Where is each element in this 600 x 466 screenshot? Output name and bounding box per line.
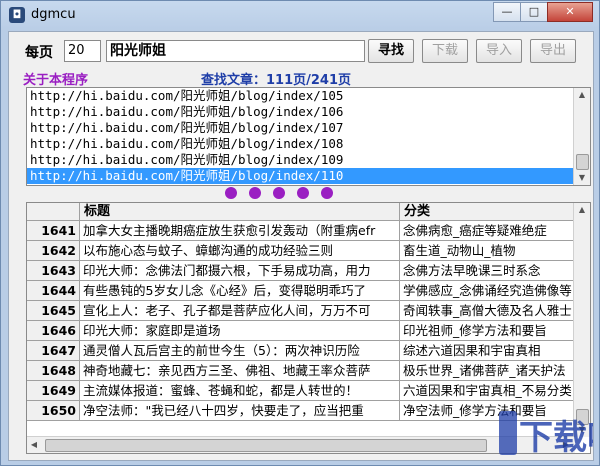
category-cell[interactable]: 奇闻轶事_高僧大德及名人雅士 [400,301,590,321]
progress-dot [225,187,237,199]
minimize-icon[interactable]: — [493,2,521,22]
row-index-cell: 1647 [27,341,80,361]
table-header-title[interactable]: 标题 [80,203,400,221]
row-index-cell: 1645 [27,301,80,321]
download-button[interactable]: 下载 [422,39,468,63]
title-cell[interactable]: 以布施心态与蚊子、蟑螂沟通的成功经验三则 [80,241,400,261]
scroll-up-icon[interactable]: ▲ [574,203,590,217]
url-list-item[interactable]: http://hi.baidu.com/阳光师姐/blog/index/108 [27,136,590,152]
row-index-cell: 1644 [27,281,80,301]
url-list-scrollbar[interactable]: ▲ ▼ [573,88,590,185]
table-row[interactable]: 1644 有些愚钝的5岁女儿念《心经》后，变得聪明乖巧了 学佛感应_念佛诵经究造佛像… [27,281,590,301]
url-list-item[interactable]: http://hi.baidu.com/阳光师姐/blog/index/110 [27,168,590,184]
maximize-icon[interactable]: □ [520,2,548,22]
site-watermark-logo: 下载吧 [499,411,593,458]
main-panel: 每页 20 阳光师姐 寻找 下载 导入 导出 关于本程序 查找文章：111页/2… [8,31,594,461]
title-cell[interactable]: 宣化上人：老子、孔子都是菩萨应化人间，万万不可 [80,301,400,321]
search-input[interactable]: 阳光师姐 [106,40,365,62]
find-button[interactable]: 寻找 [368,39,414,63]
title-cell[interactable]: 神奇地藏七：亲见西方三圣、佛祖、地藏王率众菩萨 [80,361,400,381]
table-vertical-scrollbar[interactable]: ▲ ▼ [573,203,590,437]
category-cell[interactable]: 念佛病愈_癌症等疑难绝症 [400,221,590,241]
title-cell[interactable]: 有些愚钝的5岁女儿念《心经》后，变得聪明乖巧了 [80,281,400,301]
title-cell[interactable]: 印光大师：家庭即是道场 [80,321,400,341]
url-list: http://hi.baidu.com/阳光师姐/blog/index/105 h… [27,88,590,184]
row-index-cell: 1650 [27,401,80,421]
window-title: dgmcu [31,7,76,22]
title-cell[interactable]: 主流媒体报道：蜜蜂、苍蝇和蛇，都是人转世的！ [80,381,400,401]
table-header-index [27,203,80,221]
row-index-cell: 1643 [27,261,80,281]
status-text: 查找文章：111页/241页 [201,73,352,88]
app-window: ◘ dgmcu — □ ✕ 每页 20 阳光师姐 寻找 下载 导入 导出 关于本… [0,0,600,466]
row-index-cell: 1649 [27,381,80,401]
window-controls: — □ ✕ [493,2,593,22]
table-header-category[interactable]: 分类 [400,203,590,221]
url-list-item[interactable]: http://hi.baidu.com/阳光师姐/blog/index/106 [27,104,590,120]
url-list-item[interactable]: http://hi.baidu.com/阳光师姐/blog/index/107 [27,120,590,136]
scroll-left-icon[interactable]: ◀ [27,438,41,452]
row-index-cell: 1646 [27,321,80,341]
category-cell[interactable]: 念佛方法早晚课三时系念 [400,261,590,281]
progress-dots [225,187,345,199]
row-index-cell: 1648 [27,361,80,381]
title-cell[interactable]: 加拿大女主播晚期癌症放生获愈引发轰动（附重病efr [80,221,400,241]
table-row[interactable]: 1643 印光大师：念佛法门都摄六根，下手易成功高，用力 念佛方法早晚课三时系念 [27,261,590,281]
progress-dot [297,187,309,199]
scroll-thumb[interactable] [576,154,589,170]
table-horizontal-scrollbar[interactable]: ◀ ▶ [27,436,575,453]
per-page-input[interactable]: 20 [64,40,101,62]
table-row[interactable]: 1648 神奇地藏七：亲见西方三圣、佛祖、地藏王率众菩萨 极乐世界_诸佛菩萨_诸天护… [27,361,590,381]
category-cell[interactable]: 六道因果和宇宙真相_不易分类 [400,381,590,401]
category-cell[interactable]: 畜生道_动物山_植物 [400,241,590,261]
import-button[interactable]: 导入 [476,39,522,63]
category-cell[interactable]: 极乐世界_诸佛菩萨_诸天护法 [400,361,590,381]
table-row[interactable]: 1642 以布施心态与蚊子、蟑螂沟通的成功经验三则 畜生道_动物山_植物 [27,241,590,261]
table-row[interactable]: 1646 印光大师：家庭即是道场 印光祖师_修学方法和要旨 [27,321,590,341]
category-cell[interactable]: 学佛感应_念佛诵经究造佛像等 [400,281,590,301]
title-cell[interactable]: 净空法师："我已经八十四岁，快要走了，应当把重 [80,401,400,421]
scroll-down-icon[interactable]: ▼ [574,171,590,185]
svg-text:下载吧: 下载吧 [519,418,593,458]
progress-dot [321,187,333,199]
row-index-cell: 1641 [27,221,80,241]
table-row[interactable]: 1641 加拿大女主播晚期癌症放生获愈引发轰动（附重病efr 念佛病愈_癌症等疑难绝… [27,221,590,241]
category-cell[interactable]: 印光祖师_修学方法和要旨 [400,321,590,341]
url-list-item[interactable]: http://hi.baidu.com/阳光师姐/blog/index/105 [27,88,590,104]
table-row[interactable]: 1645 宣化上人：老子、孔子都是菩萨应化人间，万万不可 奇闻轶事_高僧大德及名人雅… [27,301,590,321]
title-cell[interactable]: 通灵僧人瓦后宫主的前世今生（5）：两次神识历险 [80,341,400,361]
progress-dot [249,187,261,199]
row-index-cell: 1642 [27,241,80,261]
export-button[interactable]: 导出 [530,39,576,63]
category-cell[interactable]: 综述六道因果和宇宙真相 [400,341,590,361]
per-page-label: 每页 [25,45,53,61]
progress-dot [273,187,285,199]
about-link[interactable]: 关于本程序 [23,69,88,88]
app-icon: ◘ [9,7,25,23]
table-row[interactable]: 1649 主流媒体报道：蜜蜂、苍蝇和蛇，都是人转世的！ 六道因果和宇宙真相_不易分类 [27,381,590,401]
title-cell[interactable]: 印光大师：念佛法门都摄六根，下手易成功高，用力 [80,261,400,281]
url-list-item[interactable]: http://hi.baidu.com/阳光师姐/blog/index/109 [27,152,590,168]
title-bar[interactable]: ◘ dgmcu — □ ✕ [1,1,599,29]
scroll-up-icon[interactable]: ▲ [574,88,590,102]
url-listbox[interactable]: http://hi.baidu.com/阳光师姐/blog/index/105 h… [26,87,591,186]
scroll-thumb[interactable] [45,439,487,452]
close-icon[interactable]: ✕ [547,2,593,22]
table-row[interactable]: 1647 通灵僧人瓦后宫主的前世今生（5）：两次神识历险 综述六道因果和宇宙真相 [27,341,590,361]
